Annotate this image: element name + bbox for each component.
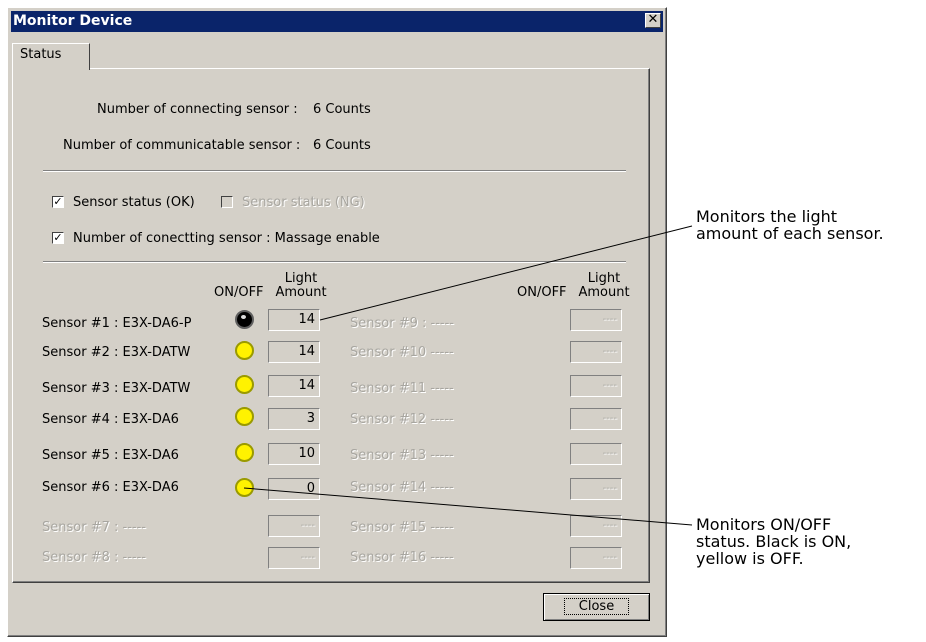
callout-line-onoff [243, 487, 693, 526]
annotation-onoff: Monitors ON/OFF status. Black is ON, yel… [696, 516, 851, 567]
annotation-line: amount of each sensor. [696, 224, 884, 243]
annotation-line: yellow is OFF. [696, 549, 804, 568]
callout-line-light [319, 225, 693, 321]
annotation-line: Monitors ON/OFF [696, 515, 832, 534]
annotation-line: Monitors the light [696, 207, 838, 226]
annotation-light-amount: Monitors the light amount of each sensor… [696, 208, 884, 242]
annotation-line: status. Black is ON, [696, 532, 852, 551]
